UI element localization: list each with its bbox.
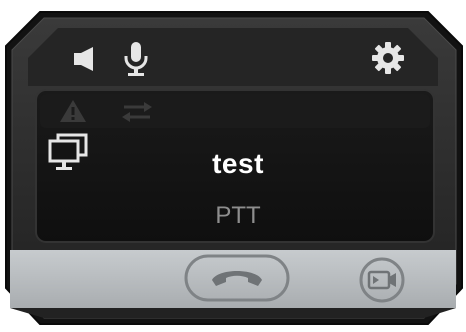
gear-icon[interactable]	[370, 40, 406, 76]
contact-name: test	[212, 148, 264, 179]
transfer-arrows-icon	[120, 100, 154, 129]
contact-type: PTT	[215, 202, 261, 229]
hang-up-button[interactable]	[184, 254, 290, 302]
video-call-button[interactable]	[358, 256, 406, 304]
speaker-icon[interactable]	[70, 44, 100, 74]
video-camera-icon	[367, 270, 396, 290]
microphone-icon[interactable]	[122, 40, 150, 78]
screen-share-icon[interactable]	[46, 132, 90, 172]
warning-icon	[58, 98, 88, 129]
hang-up-icon	[212, 271, 262, 286]
